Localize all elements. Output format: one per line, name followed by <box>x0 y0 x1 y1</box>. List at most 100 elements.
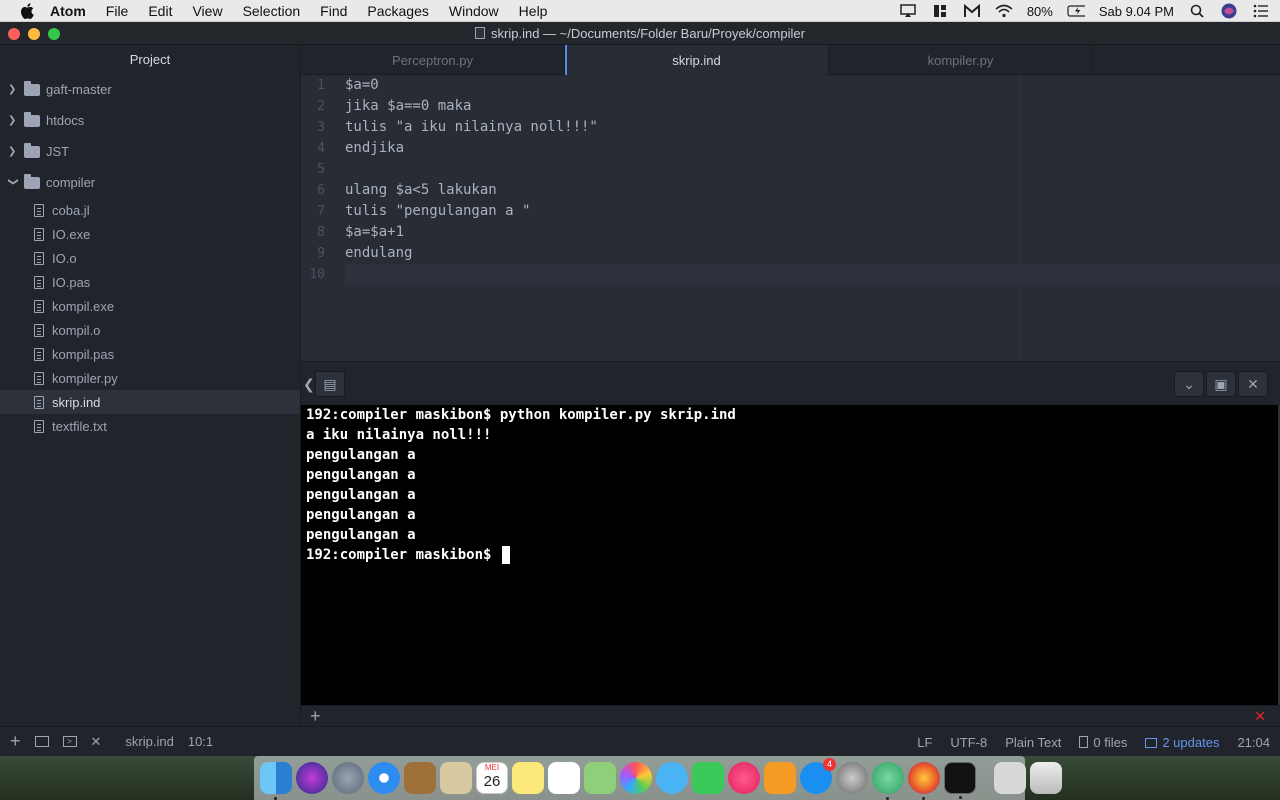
terminal-hide-button[interactable]: ⌄ <box>1174 371 1204 397</box>
folder-compiler[interactable]: ❯ compiler <box>0 167 300 198</box>
add-terminal-plus-icon[interactable]: + <box>310 706 321 727</box>
status-git-files[interactable]: 0 files <box>1079 735 1127 750</box>
wifi-icon[interactable] <box>995 2 1013 20</box>
file-coba-jl[interactable]: coba.jl <box>0 198 300 222</box>
code-line[interactable]: tulis "pengulangan a " <box>345 201 1280 222</box>
notification-center-icon[interactable] <box>1252 2 1270 20</box>
menu-window[interactable]: Window <box>449 3 499 19</box>
menubar-clock[interactable]: Sab 9.04 PM <box>1099 4 1174 19</box>
code-line[interactable]: endjika <box>345 138 1280 159</box>
terminal-tab-icon[interactable]: ▤ <box>315 371 345 397</box>
menu-view[interactable]: View <box>192 3 222 19</box>
file-textfile-txt[interactable]: textfile.txt <box>0 414 300 438</box>
tab-perceptron-py[interactable]: Perceptron.py <box>301 45 565 75</box>
menu-find[interactable]: Find <box>320 3 347 19</box>
file-kompil-o[interactable]: kompil.o <box>0 318 300 342</box>
collapse-chevron-left-icon[interactable]: ❮ <box>303 376 315 393</box>
macos-dock: MEI 26 4 <box>254 756 1062 800</box>
airplay-icon[interactable] <box>899 2 917 20</box>
mail-m-icon[interactable] <box>963 2 981 20</box>
close-icon[interactable]: ✕ <box>91 734 102 750</box>
code-line[interactable] <box>345 159 1280 180</box>
terminal-maximize-button[interactable]: ▣ <box>1206 371 1236 397</box>
launchpad-icon[interactable] <box>332 762 364 794</box>
terminal-prompt-icon[interactable]: > <box>62 736 77 747</box>
status-updates[interactable]: 2 updates <box>1145 735 1219 750</box>
code-line[interactable]: tulis "a iku nilainya noll!!!" <box>345 117 1280 138</box>
status-line-ending[interactable]: LF <box>917 735 932 750</box>
menu-help[interactable]: Help <box>519 3 548 19</box>
activity-monitor-icon[interactable] <box>944 762 976 799</box>
code-line[interactable]: endulang <box>345 243 1280 264</box>
project-header[interactable]: Project <box>0 45 300 74</box>
apple-menu-icon[interactable] <box>18 2 36 19</box>
minimize-window-button[interactable] <box>28 28 40 40</box>
code-line-current[interactable] <box>345 264 1280 285</box>
terminal-close-button[interactable]: ✕ <box>1238 371 1268 397</box>
window-title: skrip.ind — ~/Documents/Folder Baru/Proy… <box>491 25 805 41</box>
status-file-name[interactable]: skrip.ind <box>125 734 173 749</box>
folder-htdocs[interactable]: ❯ htdocs <box>0 105 300 136</box>
file-icon <box>34 251 44 265</box>
file-kompil-exe[interactable]: kompil.exe <box>0 294 300 318</box>
menu-selection[interactable]: Selection <box>243 3 301 19</box>
siri-dock-icon[interactable] <box>296 762 328 794</box>
menu-packages[interactable]: Packages <box>367 3 428 19</box>
messages-icon[interactable] <box>656 762 688 794</box>
ibooks-icon[interactable] <box>764 762 796 794</box>
battery-charging-icon[interactable] <box>1067 2 1085 20</box>
menu-app-name[interactable]: Atom <box>50 3 86 19</box>
atom-icon[interactable] <box>872 762 904 800</box>
file-kompiler-py[interactable]: kompiler.py <box>0 366 300 390</box>
documents-stack-icon[interactable] <box>994 762 1026 794</box>
itunes-icon[interactable] <box>728 762 760 794</box>
app-store-icon[interactable]: 4 <box>800 758 836 794</box>
firefox-icon[interactable] <box>908 762 940 800</box>
chevron-down-icon: ❯ <box>7 177 19 186</box>
safari-icon[interactable] <box>368 762 400 794</box>
menu-edit[interactable]: Edit <box>148 3 172 19</box>
calendar-icon[interactable]: MEI 26 <box>476 762 508 794</box>
new-terminal-plus-icon[interactable]: + <box>10 731 21 752</box>
file-io-pas[interactable]: IO.pas <box>0 270 300 294</box>
terminal-prompt-line[interactable]: 192:compiler maskibon$ <box>306 545 1273 565</box>
text-editor[interactable]: 1 2 3 4 5 6 7 8 9 10 $a=0 jika $a==0 mak… <box>301 75 1280 361</box>
grid-app-icon[interactable] <box>931 2 949 20</box>
folder-gaft-master[interactable]: ❯ gaft-master <box>0 74 300 105</box>
editor-tab-bar: Perceptron.py skrip.ind kompiler.py <box>301 45 1280 75</box>
preview-icon[interactable] <box>440 762 472 794</box>
file-skrip-ind[interactable]: skrip.ind <box>0 390 300 414</box>
zoom-window-button[interactable] <box>48 28 60 40</box>
terminal-output[interactable]: 192:compiler maskibon$ python kompiler.p… <box>301 405 1278 705</box>
file-io-o[interactable]: IO.o <box>0 246 300 270</box>
status-cursor-position[interactable]: 10:1 <box>188 734 213 749</box>
folder-jst[interactable]: ❯ JST <box>0 136 300 167</box>
maps-icon[interactable] <box>584 762 616 794</box>
close-window-button[interactable] <box>8 28 20 40</box>
code-line[interactable]: $a=0 <box>345 75 1280 96</box>
menu-file[interactable]: File <box>106 3 129 19</box>
reminders-icon[interactable] <box>548 762 580 794</box>
terminal-window-icon[interactable] <box>34 736 49 747</box>
trash-icon[interactable] <box>1030 762 1062 794</box>
close-all-terminals-icon[interactable]: ✕ <box>1254 706 1266 727</box>
code-lines[interactable]: $a=0 jika $a==0 maka tulis "a iku nilain… <box>345 75 1280 285</box>
tab-skrip-ind[interactable]: skrip.ind <box>565 45 829 75</box>
code-line[interactable]: jika $a==0 maka <box>345 96 1280 117</box>
code-line[interactable]: $a=$a+1 <box>345 222 1280 243</box>
terminal-line: pengulangan a <box>306 447 416 463</box>
file-kompil-pas[interactable]: kompil.pas <box>0 342 300 366</box>
facetime-icon[interactable] <box>692 762 724 794</box>
file-io-exe[interactable]: IO.exe <box>0 222 300 246</box>
code-line[interactable]: ulang $a<5 lakukan <box>345 180 1280 201</box>
spotlight-search-icon[interactable] <box>1188 2 1206 20</box>
system-preferences-icon[interactable] <box>836 762 868 794</box>
tab-kompiler-py[interactable]: kompiler.py <box>829 45 1093 75</box>
contacts-icon[interactable] <box>404 762 436 794</box>
finder-icon[interactable] <box>260 762 292 800</box>
status-grammar[interactable]: Plain Text <box>1005 735 1061 750</box>
photos-icon[interactable] <box>620 762 652 794</box>
status-encoding[interactable]: UTF-8 <box>950 735 987 750</box>
siri-icon[interactable] <box>1220 2 1238 20</box>
notes-icon[interactable] <box>512 762 544 794</box>
